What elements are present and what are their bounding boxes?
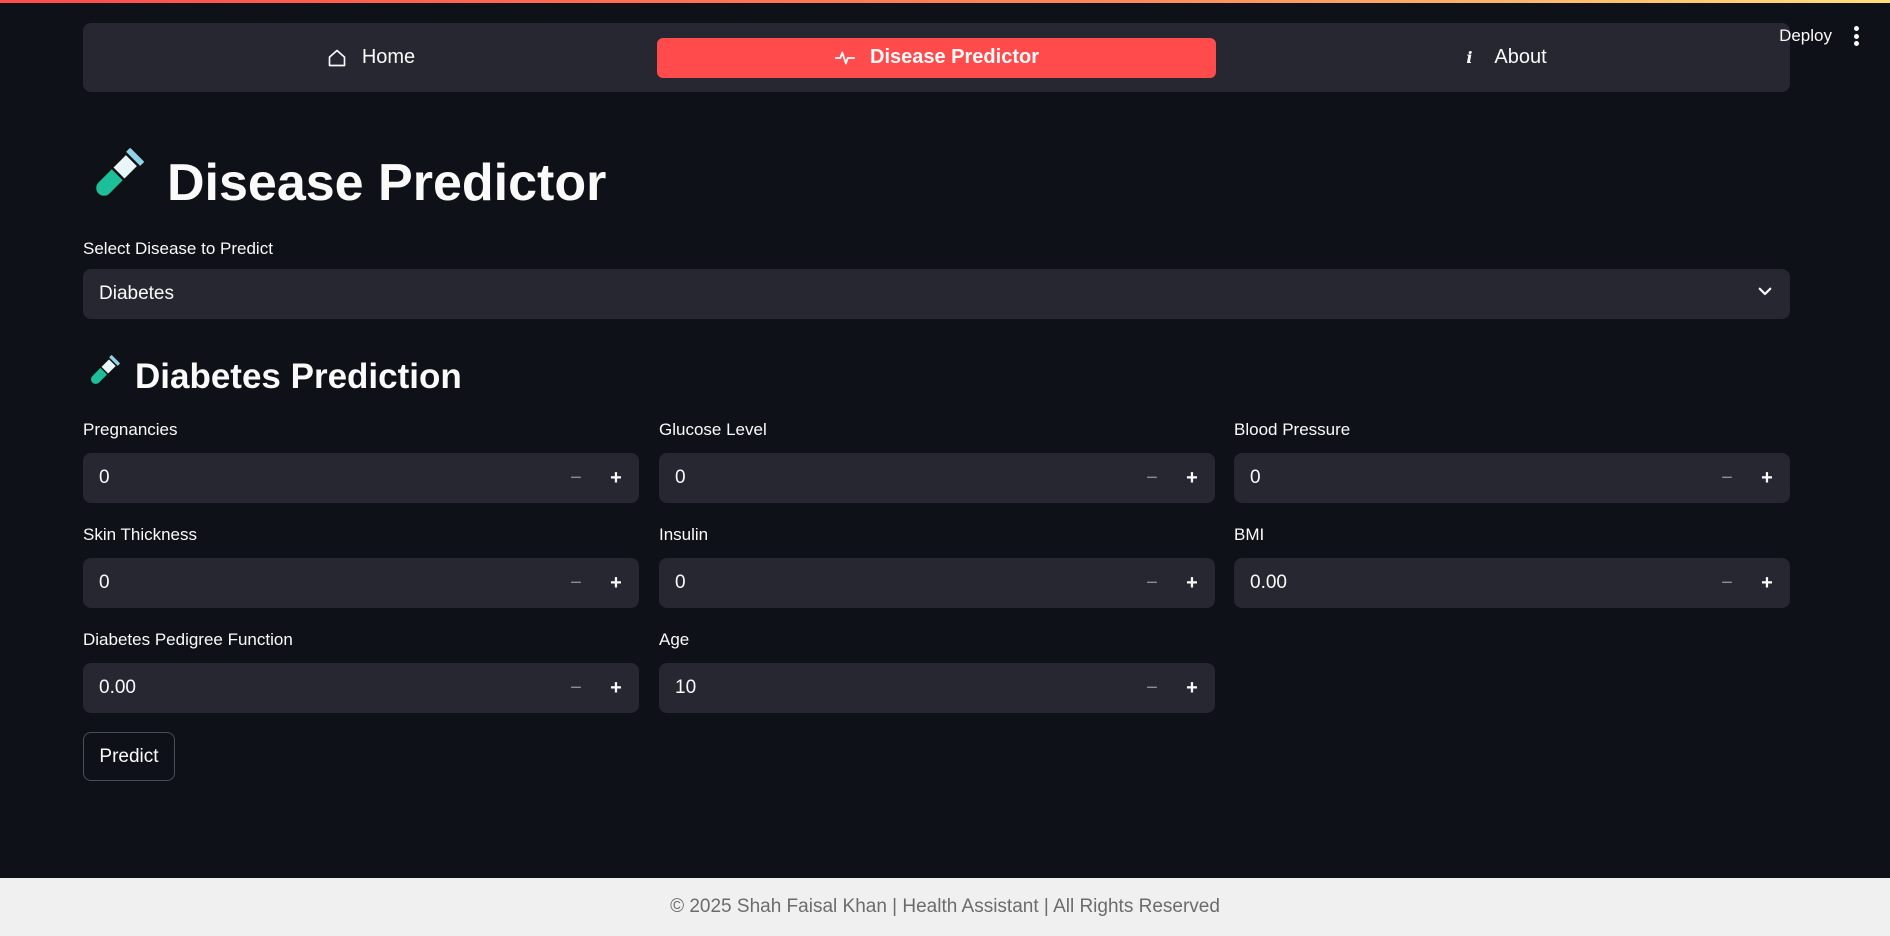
field-bmi: BMI 0.00 − +	[1234, 525, 1790, 608]
blood-pressure-input[interactable]: 0 − +	[1234, 453, 1790, 503]
increment-button[interactable]: +	[596, 558, 636, 608]
disease-select-value: Diabetes	[99, 283, 174, 304]
insulin-input[interactable]: 0 − +	[659, 558, 1215, 608]
field-label: BMI	[1234, 525, 1265, 544]
info-icon: i	[1466, 48, 1473, 67]
home-icon	[326, 47, 348, 69]
nav-item-label: Home	[361, 46, 416, 68]
input-value[interactable]: 0	[99, 467, 556, 489]
decrement-button[interactable]: −	[1132, 663, 1172, 713]
decrement-button[interactable]: −	[556, 663, 596, 713]
field-label: Diabetes Pedigree Function	[83, 630, 293, 649]
nav-item-disease-predictor[interactable]: Disease Predictor	[657, 37, 1216, 78]
deploy-button[interactable]: Deploy	[1779, 26, 1832, 46]
activity-icon	[834, 47, 856, 69]
field-label: Skin Thickness	[83, 525, 198, 544]
input-value[interactable]: 10	[675, 677, 1132, 699]
field-label: Insulin	[659, 525, 709, 544]
disease-select[interactable]: Diabetes	[83, 269, 1790, 319]
section-title-text: Diabetes Prediction	[135, 356, 462, 396]
increment-button[interactable]: +	[1747, 558, 1787, 608]
decrement-button[interactable]: −	[556, 558, 596, 608]
chevron-down-icon	[1756, 282, 1774, 306]
section-title: Diabetes Prediction	[83, 352, 462, 401]
decrement-button[interactable]: −	[1707, 453, 1747, 503]
increment-button[interactable]: +	[596, 453, 636, 503]
input-value[interactable]: 0.00	[99, 677, 556, 699]
field-label: Pregnancies	[83, 420, 178, 439]
input-value[interactable]: 0	[675, 572, 1132, 594]
page-title: Disease Predictor	[83, 143, 606, 222]
page-title-text: Disease Predictor	[167, 153, 607, 212]
increment-button[interactable]: +	[1172, 558, 1212, 608]
diabetes-pedigree-input[interactable]: 0.00 − +	[83, 663, 639, 713]
footer-text: © 2025 Shah Faisal Khan | Health Assista…	[670, 896, 1220, 917]
field-label: Glucose Level	[659, 420, 767, 439]
field-skin-thickness: Skin Thickness 0 − +	[83, 525, 639, 608]
pregnancies-input[interactable]: 0 − +	[83, 453, 639, 503]
field-age: Age 10 − +	[659, 630, 1215, 713]
input-value[interactable]: 0	[675, 467, 1132, 489]
nav-item-label: About	[1494, 46, 1547, 68]
field-blood-pressure: Blood Pressure 0 − +	[1234, 420, 1790, 503]
predict-button[interactable]: Predict	[83, 732, 175, 781]
nav-item-about[interactable]: i About	[1223, 38, 1782, 78]
bmi-input[interactable]: 0.00 − +	[1234, 558, 1790, 608]
disease-select-label: Select Disease to Predict	[83, 239, 273, 258]
field-glucose-level: Glucose Level 0 − +	[659, 420, 1215, 503]
field-pregnancies: Pregnancies 0 − +	[83, 420, 639, 503]
increment-button[interactable]: +	[596, 663, 636, 713]
app-header-actions: Deploy	[1779, 26, 1860, 46]
increment-button[interactable]: +	[1172, 453, 1212, 503]
increment-button[interactable]: +	[1172, 663, 1212, 713]
age-input[interactable]: 10 − +	[659, 663, 1215, 713]
navigation-bar: Home Disease Predictor i About	[83, 23, 1790, 92]
test-tube-icon	[83, 352, 123, 401]
decrement-button[interactable]: −	[556, 453, 596, 503]
nav-item-label: Disease Predictor	[870, 46, 1039, 68]
input-value[interactable]: 0	[99, 572, 556, 594]
decrement-button[interactable]: −	[1132, 558, 1172, 608]
field-label: Blood Pressure	[1234, 420, 1351, 439]
field-insulin: Insulin 0 − +	[659, 525, 1215, 608]
decrement-button[interactable]: −	[1707, 558, 1747, 608]
input-value[interactable]: 0.00	[1250, 572, 1707, 594]
top-decoration-stripe	[0, 0, 1890, 3]
field-label: Age	[659, 630, 690, 649]
increment-button[interactable]: +	[1747, 453, 1787, 503]
skin-thickness-input[interactable]: 0 − +	[83, 558, 639, 608]
decrement-button[interactable]: −	[1132, 453, 1172, 503]
footer: © 2025 Shah Faisal Khan | Health Assista…	[0, 878, 1890, 936]
input-value[interactable]: 0	[1250, 467, 1707, 489]
field-diabetes-pedigree-function: Diabetes Pedigree Function 0.00 − +	[83, 630, 639, 713]
test-tube-icon	[83, 143, 149, 222]
nav-item-home[interactable]: Home	[91, 38, 650, 78]
more-vertical-icon[interactable]	[1854, 26, 1860, 46]
glucose-level-input[interactable]: 0 − +	[659, 453, 1215, 503]
